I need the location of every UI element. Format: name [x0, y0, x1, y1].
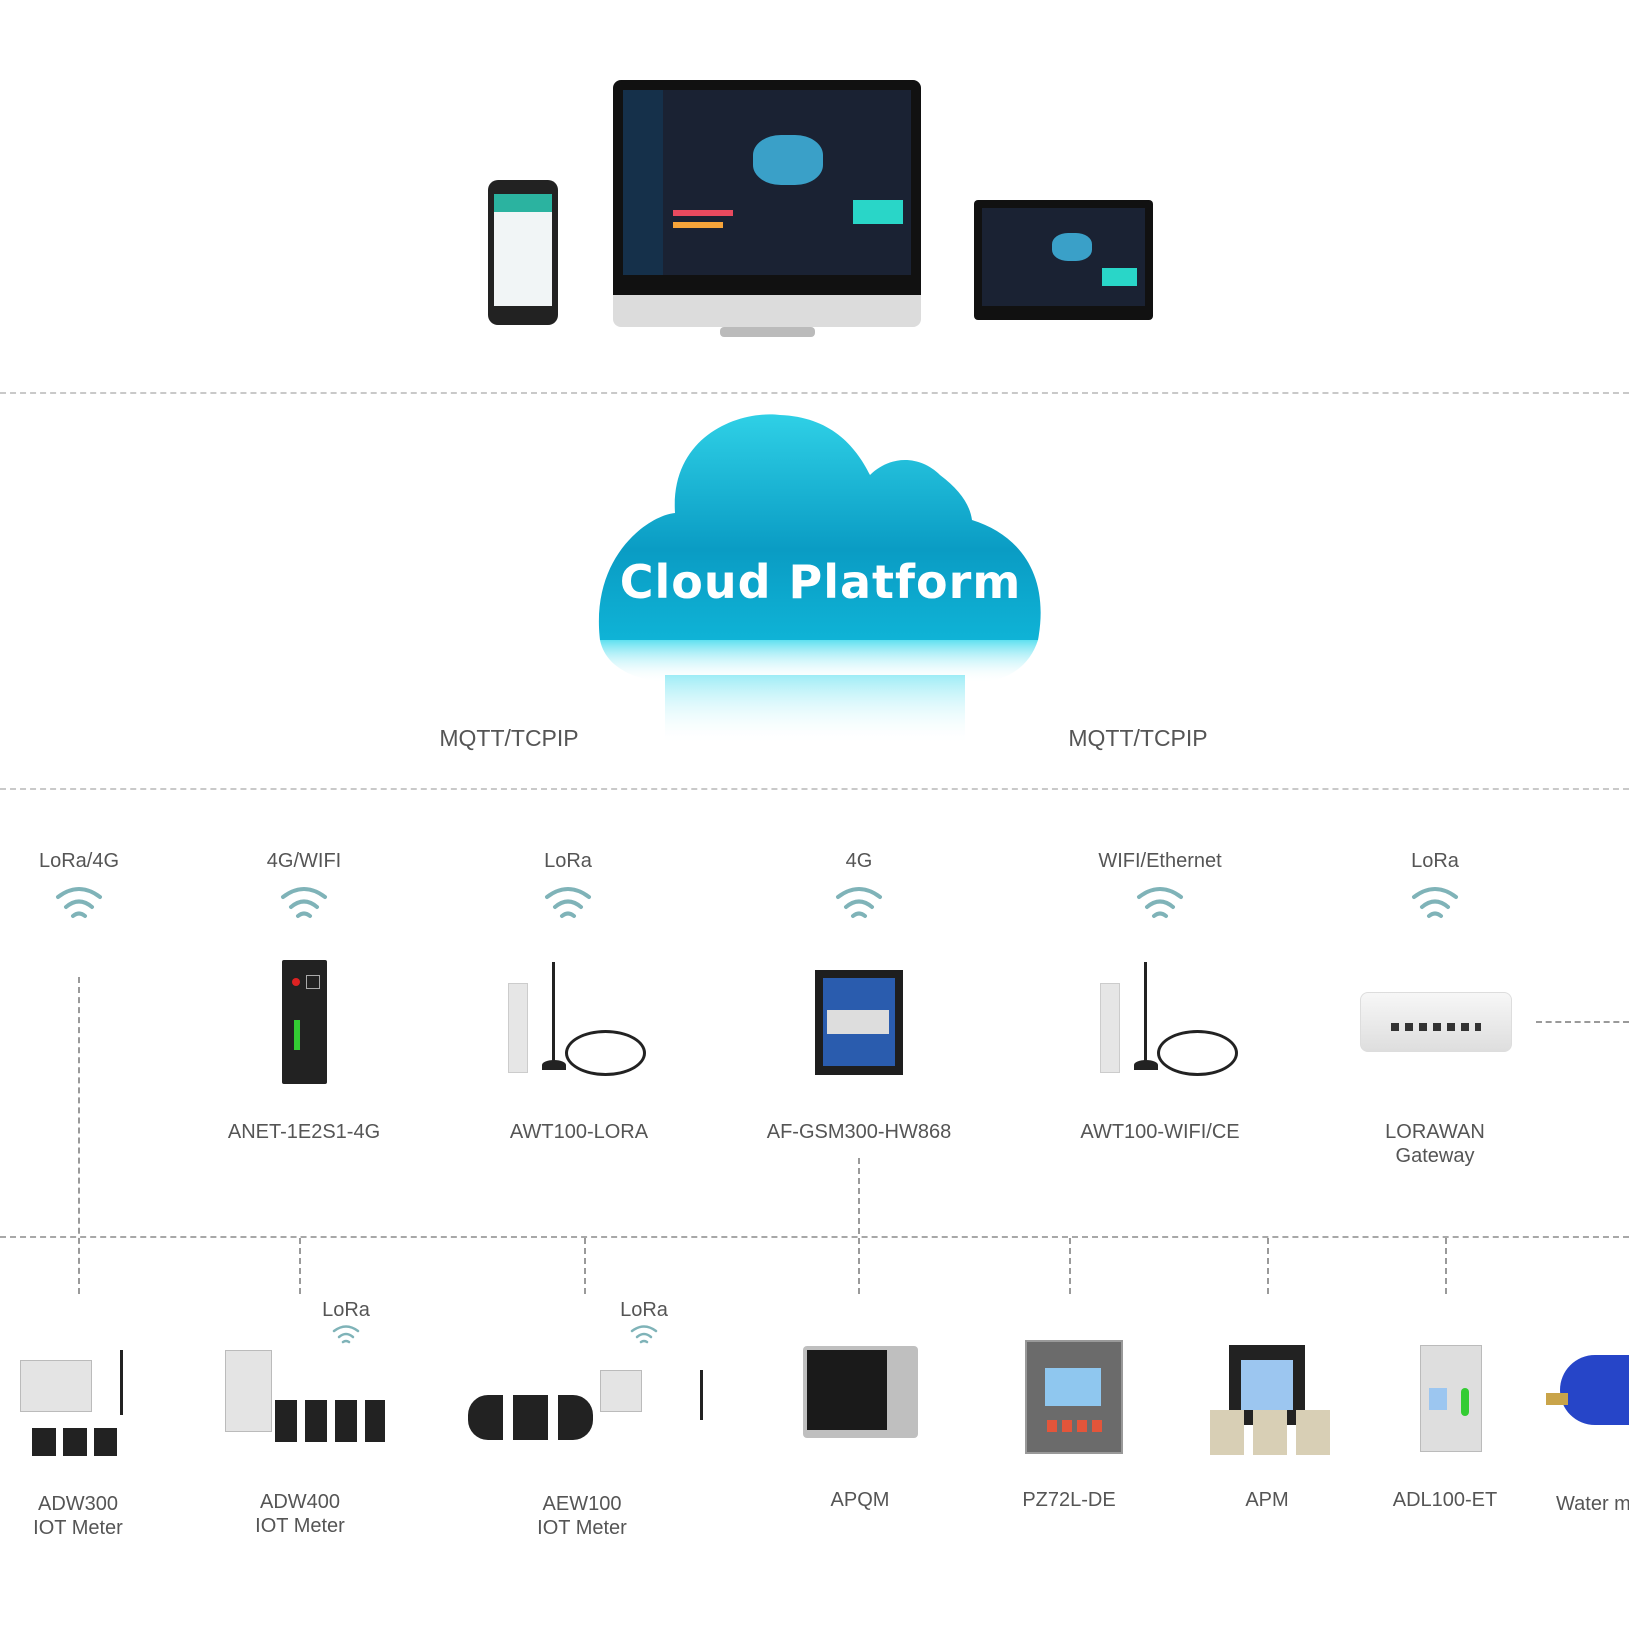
wifi-icon	[332, 1325, 360, 1344]
wifi-icon	[836, 887, 882, 918]
water-meter-image	[1546, 1355, 1629, 1425]
divider-top	[0, 392, 1629, 394]
connector-line	[1267, 1238, 1269, 1294]
gateway-name-line2: Gateway	[1395, 1145, 1475, 1167]
meter-name: ADW300	[37, 1493, 119, 1515]
meter-name: APM	[1245, 1489, 1289, 1511]
gateway-protocol: LoRa	[544, 850, 592, 872]
connector-line	[1536, 1021, 1629, 1023]
protocol-label-right: MQTT/TCPIP	[1068, 725, 1208, 751]
af-gsm300-image	[815, 970, 903, 1075]
connector-line	[584, 1238, 586, 1294]
bus-line	[0, 1236, 1629, 1238]
gateway-name: AWT100-LORA	[509, 1121, 649, 1143]
antenna	[700, 1370, 703, 1420]
connector-line	[858, 1158, 860, 1294]
gateway-name: AF-GSM300-HW868	[766, 1121, 952, 1143]
aew100-image	[600, 1370, 642, 1412]
meter-name-line2: IOT Meter	[537, 1517, 627, 1539]
gateway-name: AWT100-WIFI/CE	[1080, 1121, 1240, 1143]
anet-gateway-image	[282, 960, 327, 1084]
adl100-et-image	[1420, 1345, 1482, 1452]
antenna	[1144, 962, 1147, 1062]
antenna	[120, 1350, 123, 1415]
connector-line	[299, 1238, 301, 1294]
meter-name: Water m	[1556, 1493, 1629, 1515]
antenna	[552, 962, 555, 1062]
awt100-wifi-image	[1100, 983, 1120, 1073]
antenna-cable	[565, 1030, 646, 1076]
gateway-protocol: 4G/WIFI	[266, 850, 342, 872]
wifi-icon	[545, 887, 591, 918]
connector-line	[1445, 1238, 1447, 1294]
gateway-protocol: 4G	[845, 850, 873, 872]
pz72l-de-image	[1025, 1340, 1123, 1454]
tablet-image	[974, 200, 1153, 320]
protocol-label-left: MQTT/TCPIP	[439, 725, 579, 751]
monitor-chin	[613, 295, 921, 327]
connector-line	[78, 977, 80, 1294]
wifi-icon	[630, 1325, 658, 1344]
gateway-protocol: WIFI/Ethernet	[1098, 850, 1222, 872]
connector-line	[1069, 1238, 1071, 1294]
gateway-protocol: LoRa/4G	[38, 850, 120, 872]
meter-name-line2: IOT Meter	[255, 1515, 345, 1537]
meter-name: ADW400	[259, 1491, 341, 1513]
antenna-base	[1134, 1060, 1158, 1070]
cloud-title: Cloud Platform	[619, 555, 1022, 609]
meter-name: PZ72L-DE	[1022, 1489, 1116, 1511]
desktop-monitor-image	[613, 80, 921, 295]
adw400-image	[225, 1350, 272, 1432]
wifi-icon	[56, 887, 102, 918]
meter-protocol: LoRa	[322, 1299, 370, 1321]
current-transformers	[32, 1428, 117, 1456]
gateway-name: ANET-1E2S1-4G	[227, 1121, 381, 1143]
wifi-icon	[1412, 887, 1458, 918]
awt100-lora-image	[508, 983, 528, 1073]
meter-name: AEW100	[542, 1493, 622, 1515]
current-transformers	[1210, 1410, 1330, 1455]
antenna-cable	[1157, 1030, 1238, 1076]
lorawan-gateway-image	[1360, 992, 1512, 1052]
meter-name: APQM	[830, 1489, 890, 1511]
adw300-image	[20, 1360, 92, 1412]
phone-image	[488, 180, 558, 325]
antenna-base	[542, 1060, 566, 1070]
meter-protocol: LoRa	[620, 1299, 668, 1321]
apqm-image	[803, 1346, 918, 1438]
gateway-protocol: LoRa	[1411, 850, 1459, 872]
divider-middle	[0, 788, 1629, 790]
meter-name-line2: IOT Meter	[33, 1517, 123, 1539]
current-transformers	[275, 1400, 385, 1442]
meter-name: ADL100-ET	[1392, 1489, 1498, 1511]
current-transformers	[468, 1395, 593, 1440]
wifi-icon	[1137, 887, 1183, 918]
wifi-icon	[281, 887, 327, 918]
gateway-name: LORAWAN	[1385, 1121, 1485, 1143]
monitor-stand	[720, 327, 815, 337]
